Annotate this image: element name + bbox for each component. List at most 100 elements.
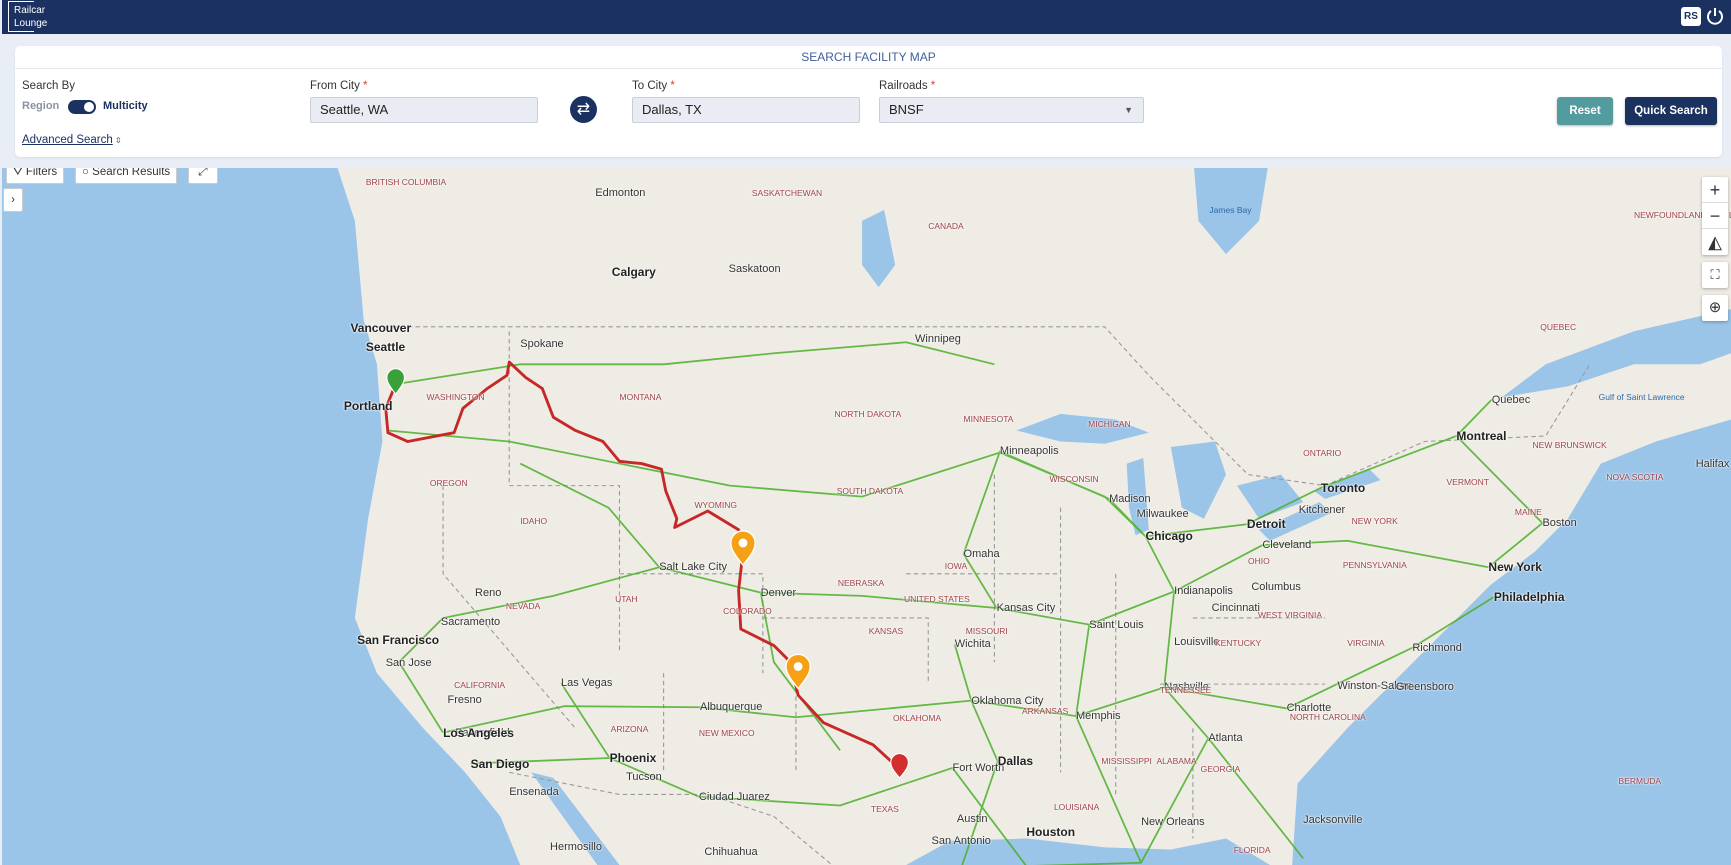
region-label: TENNESSEE — [1159, 684, 1212, 695]
region-label: UNITED STATES — [903, 594, 970, 605]
swap-cities-button[interactable]: ⇄ — [570, 96, 597, 123]
region-label: NEW MEXICO — [698, 727, 755, 738]
city-label: Philadelphia — [1493, 590, 1565, 604]
logo-line2: Lounge — [14, 18, 48, 29]
region-label: ARIZONA — [610, 724, 649, 735]
expand-button[interactable]: ⤢ — [188, 168, 218, 184]
toggle-region-label: Region — [22, 100, 60, 112]
reset-button[interactable]: Reset — [1557, 97, 1613, 125]
search-results-button[interactable]: ○ Search Results — [75, 168, 178, 184]
city-label: Vancouver — [350, 320, 412, 335]
region-label: BRITISH COLUMBIA — [365, 177, 447, 188]
chevron-right-icon: › — [11, 194, 15, 206]
region-label: IOWA — [944, 561, 968, 572]
map-zoom-controls: + − ◭ — [1702, 177, 1728, 255]
destination-marker — [890, 753, 909, 779]
water-label: James Bay — [1209, 204, 1252, 215]
region-label: NEBRASKA — [837, 577, 885, 588]
search-by-label: Search By — [22, 80, 76, 92]
city-label: Minneapolis — [999, 445, 1059, 458]
city-label: Tucson — [626, 770, 662, 783]
city-label: New York — [1488, 560, 1542, 575]
zoom-out-button[interactable]: − — [1702, 203, 1728, 229]
region-label: MINNESOTA — [963, 414, 1014, 425]
city-label: Denver — [760, 586, 797, 599]
city-label: Las Vegas — [561, 677, 613, 690]
user-avatar[interactable]: RS — [1681, 7, 1701, 26]
city-label: Hermosillo — [550, 841, 602, 854]
compass-button[interactable]: ◭ — [1702, 229, 1728, 255]
advanced-search-link[interactable]: Advanced Search — [22, 134, 113, 146]
city-label: Salt Lake City — [659, 561, 728, 574]
region-label: WASHINGTON — [426, 392, 485, 403]
region-label: MISSOURI — [965, 626, 1008, 637]
region-label: OHIO — [1248, 555, 1270, 566]
city-label: Houston — [1026, 824, 1076, 839]
quick-search-button[interactable]: Quick Search — [1625, 97, 1717, 125]
region-label: CALIFORNIA — [454, 680, 506, 691]
region-label: MAINE — [1514, 507, 1542, 518]
city-label: Phoenix — [609, 751, 657, 766]
region-label: MISSISSIPPI — [1101, 756, 1152, 767]
region-label: WYOMING — [694, 500, 737, 511]
region-label: NEW YORK — [1351, 515, 1398, 526]
region-label: GEORGIA — [1200, 764, 1241, 775]
city-label: Louisville — [1174, 636, 1220, 649]
city-label: Saskatoon — [728, 263, 781, 276]
railroads-select[interactable]: BNSF ▼ — [879, 97, 1144, 123]
filters-button[interactable]: ⛛ Filters — [6, 168, 65, 184]
city-label: Dallas — [997, 754, 1034, 769]
facility-map[interactable]: Vancouver Seattle Portland Spokane Calgary Ed… — [2, 168, 1731, 865]
from-city-input[interactable]: Seattle, WA — [310, 97, 538, 123]
locate-icon: ⊕ — [1708, 299, 1722, 316]
toggle-multicity-label: Multicity — [103, 100, 148, 112]
city-label: Toronto — [1320, 480, 1366, 495]
city-label: Edmonton — [595, 187, 646, 200]
map-canvas[interactable] — [2, 168, 1731, 865]
power-icon[interactable] — [1705, 6, 1725, 26]
city-label: Saint Louis — [1089, 618, 1144, 631]
city-label: San Francisco — [357, 633, 440, 648]
city-label: Kitchener — [1298, 503, 1346, 516]
to-city-input[interactable]: Dallas, TX — [632, 97, 860, 123]
region-label: ALABAMA — [1156, 756, 1197, 767]
origin-marker — [386, 368, 406, 395]
city-label: Boston — [1542, 517, 1577, 530]
sidebar-toggle-button[interactable]: › — [3, 188, 23, 212]
city-label: Austin — [956, 812, 988, 825]
locate-button[interactable]: ⊕ — [1702, 295, 1728, 321]
railroads-label: Railroads * — [879, 80, 936, 92]
region-label: VIRGINIA — [1347, 638, 1385, 649]
city-label: Omaha — [963, 547, 1000, 560]
water-bodies — [2, 168, 1731, 865]
city-label: Fresno — [447, 693, 482, 706]
city-label: Ensenada — [509, 786, 559, 799]
city-label: Madison — [1109, 492, 1151, 505]
city-label: Los Angeles — [443, 725, 514, 740]
city-label: Kansas City — [996, 602, 1056, 615]
city-label: New Orleans — [1141, 815, 1205, 828]
app-logo[interactable]: Railcar Lounge — [8, 1, 47, 32]
city-label: Montreal — [1456, 428, 1507, 443]
fullscreen-button[interactable]: ⛶ — [1702, 262, 1728, 288]
region-label: TEXAS — [870, 803, 899, 814]
region-label: NOVA SCOTIA — [1606, 471, 1664, 482]
region-label: MICHIGAN — [1088, 418, 1131, 429]
city-label: Reno — [475, 586, 502, 599]
region-label: VERMONT — [1446, 477, 1490, 488]
city-label: Atlanta — [1208, 732, 1243, 745]
region-label: NORTH DAKOTA — [834, 408, 902, 419]
city-label: Wichita — [954, 638, 991, 651]
region-label: QUEBEC — [1540, 321, 1577, 332]
route-stop-markers[interactable] — [386, 368, 909, 779]
city-label: Fort Worth — [952, 761, 1005, 774]
search-mode-toggle[interactable] — [68, 100, 96, 114]
region-label: UTAH — [615, 594, 638, 605]
city-label: Richmond — [1412, 641, 1462, 654]
city-label: Portland — [343, 399, 393, 414]
sort-icon: ⇳ — [115, 136, 122, 145]
city-label: Chihuahua — [704, 845, 758, 858]
city-label: Winnipeg — [915, 332, 961, 345]
zoom-in-button[interactable]: + — [1702, 177, 1728, 203]
city-label: Milwaukee — [1136, 508, 1189, 521]
